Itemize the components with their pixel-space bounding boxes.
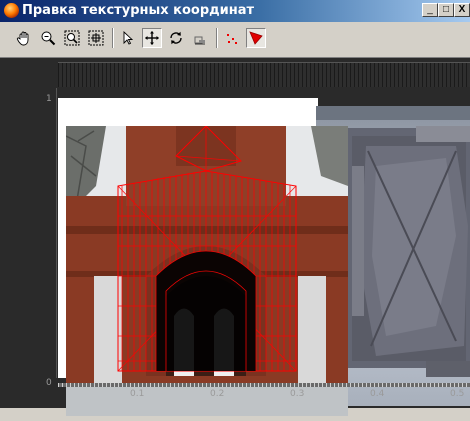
x-axis-label: 0.4 (370, 389, 385, 399)
zoom-extents-icon[interactable] (86, 28, 106, 48)
zoom-window-icon[interactable] (62, 28, 82, 48)
x-axis-label: 0.1 (130, 389, 145, 399)
toolbar-separator (112, 28, 114, 48)
zoom-icon[interactable] (38, 28, 58, 48)
rotate-icon[interactable] (166, 28, 186, 48)
select-arrow-icon[interactable] (118, 28, 138, 48)
app-globe-icon (4, 3, 19, 18)
toolbar-separator (216, 28, 218, 48)
window-title: Правка текстурных координат (22, 3, 255, 18)
title-bar: Правка текстурных координат _ □ X (0, 0, 470, 22)
pan-hand-icon[interactable] (14, 28, 34, 48)
x-axis-label: 0.5 (450, 389, 465, 399)
move-icon[interactable] (142, 28, 162, 48)
x-axis-label: 0.2 (210, 389, 225, 399)
facade-texture-with-uv-wireframe (65, 125, 348, 416)
y-axis-label-1: 1 (46, 94, 52, 104)
y-axis-label-0: 0 (46, 378, 52, 388)
x-axis-label: 0.3 (290, 389, 305, 399)
vertex-points-icon[interactable] (222, 28, 242, 48)
vertical-ruler-line (56, 88, 57, 378)
minimize-button[interactable]: _ (422, 3, 438, 17)
toolbar (0, 22, 470, 58)
triangle-selection-icon[interactable] (246, 28, 266, 48)
maximize-button[interactable]: □ (438, 3, 454, 17)
horizontal-ruler (58, 62, 470, 87)
uv-editor-viewport[interactable]: 1 0 0.1 0.2 0.3 0.4 0.5 (0, 58, 470, 416)
bottom-axis-ruler (58, 383, 470, 387)
scale-icon[interactable] (190, 28, 210, 48)
close-button[interactable]: X (454, 3, 470, 17)
